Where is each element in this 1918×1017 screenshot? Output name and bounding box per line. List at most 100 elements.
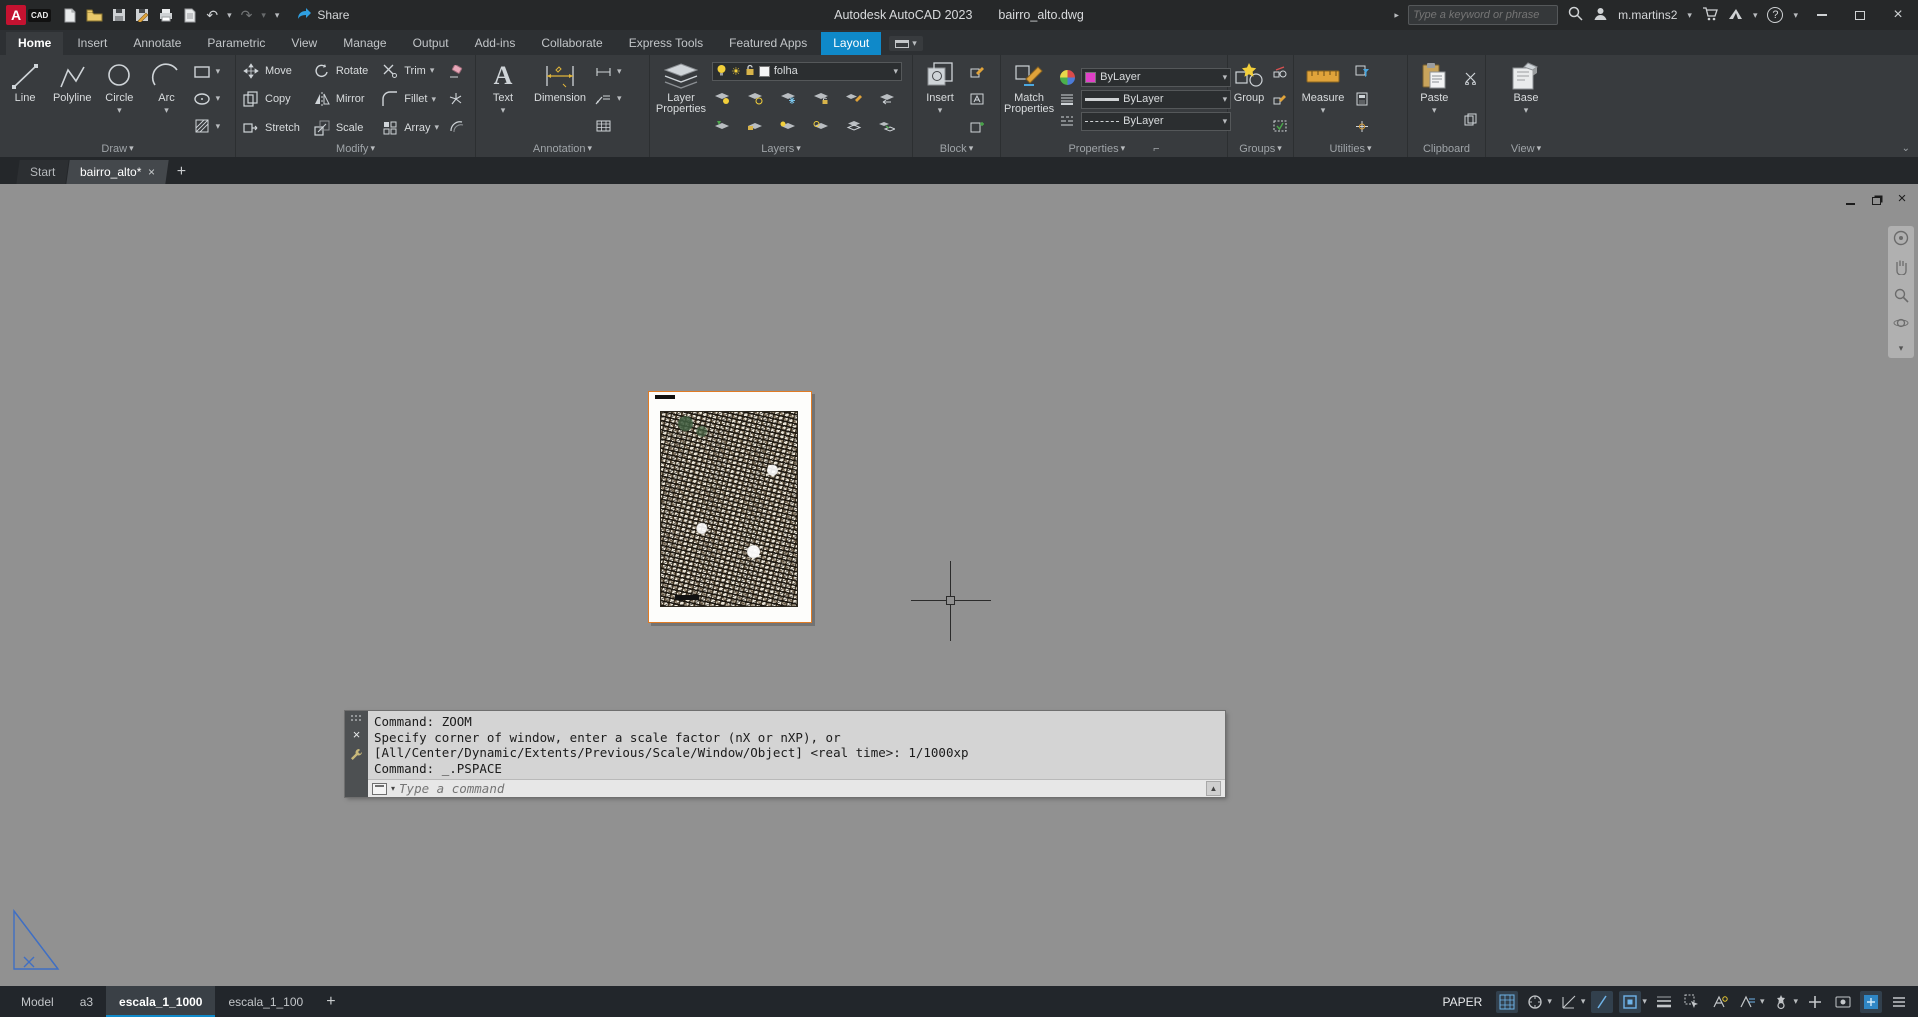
explode-button[interactable] [446, 88, 472, 109]
tab-layout[interactable]: Layout [821, 32, 882, 55]
block-edit-button[interactable] [967, 61, 997, 82]
tab-annotate[interactable]: Annotate [121, 32, 193, 55]
circle-caret-icon[interactable] [117, 105, 122, 116]
redo-caret-icon[interactable] [261, 10, 266, 21]
layer-lock-button[interactable] [811, 88, 831, 108]
pan-icon[interactable] [1894, 259, 1908, 278]
text-caret-icon[interactable] [501, 105, 506, 116]
tab-output[interactable]: Output [401, 32, 461, 55]
linear-dimension-button[interactable] [593, 61, 637, 82]
help-icon[interactable]: ? [1767, 7, 1784, 23]
command-recent-caret-icon[interactable] [391, 784, 395, 793]
grid-toggle[interactable] [1496, 990, 1519, 1013]
zoom-icon[interactable] [1894, 288, 1909, 306]
copy-button[interactable]: Copy [241, 89, 302, 110]
polar-tracking-toggle[interactable] [1558, 991, 1580, 1013]
move-button[interactable]: Move [241, 60, 302, 81]
cut-button[interactable] [1461, 68, 1482, 89]
layout-tab-escala-1-100[interactable]: escala_1_100 [215, 986, 316, 1017]
array-caret-icon[interactable] [435, 122, 440, 133]
command-input[interactable] [399, 781, 1202, 796]
panel-layers-label[interactable]: Layers [653, 140, 909, 157]
workspace-switching-button[interactable] [1770, 991, 1792, 1013]
layer-previous-button[interactable] [877, 88, 897, 108]
layout-tab-a3[interactable]: a3 [67, 986, 106, 1017]
scale-button[interactable]: Scale [312, 117, 370, 138]
dimension-button[interactable]: Dimension [530, 58, 590, 140]
user-menu-caret-icon[interactable] [1687, 10, 1692, 21]
layout-tab-model[interactable]: Model [8, 986, 67, 1017]
minimize-button[interactable] [1808, 4, 1836, 26]
drawing-close-button[interactable]: × [1894, 190, 1910, 207]
annotation-scale-caret-icon[interactable] [1760, 996, 1765, 1007]
object-color-select[interactable]: ByLayer [1081, 67, 1232, 87]
undo-caret-icon[interactable] [227, 10, 232, 21]
help-caret-icon[interactable] [1793, 10, 1798, 21]
hatch-button[interactable] [192, 116, 232, 137]
copy-clip-button[interactable] [1461, 109, 1482, 130]
map-viewport[interactable] [660, 411, 798, 607]
ribbon-display-toggle[interactable] [889, 36, 923, 51]
isolate-objects-button[interactable] [1832, 991, 1854, 1013]
measure-caret-icon[interactable] [1321, 105, 1326, 116]
hatch-caret-icon[interactable] [216, 121, 221, 132]
plot-icon[interactable] [158, 8, 174, 22]
quick-select-button[interactable] [1352, 61, 1386, 82]
group-selection-toggle[interactable] [1270, 116, 1290, 137]
ungroup-button[interactable] [1270, 61, 1290, 82]
snap-caret-icon[interactable] [1547, 996, 1552, 1007]
workspace-caret-icon[interactable] [1793, 996, 1798, 1007]
tab-express-tools[interactable]: Express Tools [617, 32, 715, 55]
circle-button[interactable]: Circle [97, 58, 141, 140]
help-search[interactable] [1408, 5, 1559, 25]
maximize-button[interactable] [1846, 4, 1874, 26]
tab-featured-apps[interactable]: Featured Apps [717, 32, 819, 55]
redo-icon[interactable]: ↷ [241, 8, 253, 22]
batch-plot-icon[interactable] [183, 8, 197, 23]
leader-caret-icon[interactable] [617, 93, 622, 104]
stretch-button[interactable]: Stretch [241, 117, 302, 138]
undo-icon[interactable]: ↶ [206, 8, 218, 22]
tab-home[interactable]: Home [6, 32, 64, 55]
polar-caret-icon[interactable] [1581, 996, 1586, 1007]
ellipse-button[interactable] [192, 88, 232, 109]
layer-merge-button[interactable] [877, 116, 897, 136]
layer-select-caret-icon[interactable] [893, 66, 898, 77]
cart-icon[interactable] [1702, 6, 1718, 24]
tab-view[interactable]: View [279, 32, 329, 55]
command-scroll-up-icon[interactable]: ▲ [1206, 781, 1221, 796]
layer-thaw-sun-icon[interactable]: ☀ [731, 65, 741, 78]
new-drawing-tab-button[interactable]: + [177, 163, 186, 181]
open-folder-icon[interactable] [86, 9, 103, 22]
layout-tab-escala-1-1000[interactable]: escala_1_1000 [106, 986, 216, 1017]
mirror-button[interactable]: Mirror [312, 89, 370, 110]
line-button[interactable]: Line [3, 58, 47, 140]
osnap-caret-icon[interactable] [1642, 996, 1647, 1007]
base-button[interactable]: Base [1502, 58, 1550, 140]
base-caret-icon[interactable] [1524, 105, 1529, 116]
command-close-icon[interactable]: × [353, 728, 361, 741]
layer-walk-button[interactable] [844, 116, 864, 136]
panel-annotation-label[interactable]: Annotation [479, 140, 646, 157]
save-icon[interactable] [112, 8, 126, 22]
fillet-caret-icon[interactable] [431, 94, 436, 105]
layer-freeze-button[interactable] [778, 88, 798, 108]
annotation-visibility-toggle[interactable] [1709, 991, 1731, 1013]
panel-clipboard-label[interactable]: Clipboard [1411, 140, 1482, 157]
panel-utilities-label[interactable]: Utilities [1297, 140, 1404, 157]
layer-unlock-all-button[interactable] [745, 116, 765, 136]
clean-screen-button[interactable] [1860, 990, 1882, 1013]
tab-manage[interactable]: Manage [331, 32, 398, 55]
lineweight-select[interactable]: ByLayer [1081, 89, 1232, 109]
paste-caret-icon[interactable] [1432, 105, 1437, 116]
layer-make-current-button[interactable] [712, 116, 732, 136]
annotation-monitor-toggle[interactable] [1804, 991, 1826, 1013]
drawing-restore-button[interactable] [1868, 192, 1884, 205]
drawing-area[interactable]: × × Command: ZOOMSpecify corner of windo… [0, 184, 1918, 986]
user-name[interactable]: m.martins2 [1618, 8, 1677, 22]
snap-toggle[interactable] [1524, 991, 1546, 1013]
linetype-select[interactable]: ByLayer [1081, 111, 1232, 131]
layer-thaw-all-button[interactable] [811, 116, 831, 136]
linear-dimension-caret-icon[interactable] [617, 66, 622, 77]
ellipse-caret-icon[interactable] [216, 93, 221, 104]
